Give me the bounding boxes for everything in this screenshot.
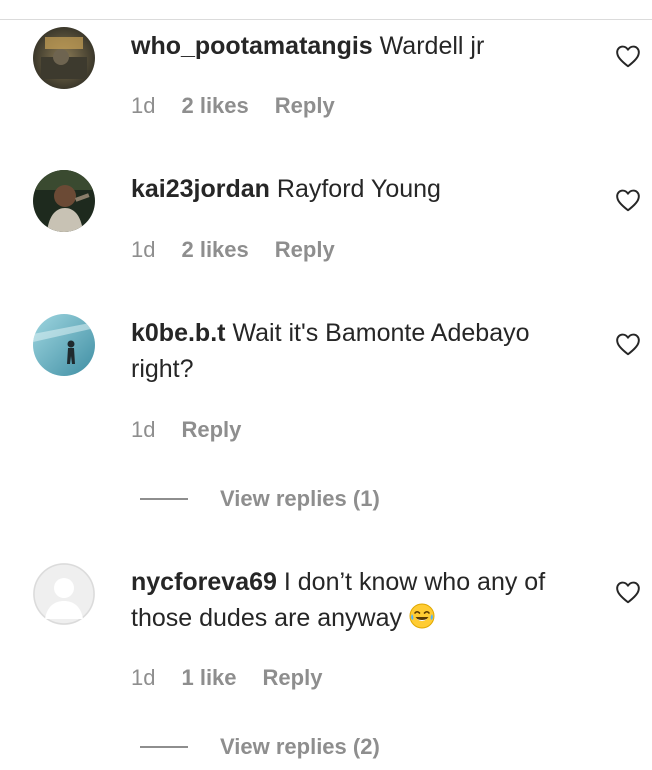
comment-body: Wardell jr: [379, 32, 485, 60]
username-link[interactable]: nycforeva69: [131, 568, 277, 596]
view-replies-button[interactable]: View replies (1): [140, 486, 380, 512]
comment-text: who_pootamatangis Wardell jr: [131, 28, 596, 64]
reply-button[interactable]: Reply: [275, 93, 335, 119]
username-link[interactable]: kai23jordan: [131, 175, 270, 203]
top-divider: [0, 19, 652, 20]
comment-time: 1d: [131, 237, 156, 262]
comment-meta: 1d 2 likes Reply: [131, 91, 335, 121]
comment-meta: 1d Reply: [131, 415, 241, 445]
view-replies-label[interactable]: View replies (1): [220, 486, 380, 512]
comment-body: Rayford Young: [276, 175, 441, 203]
likes-count[interactable]: 2 likes: [181, 93, 248, 119]
heart-icon[interactable]: [615, 44, 641, 68]
heart-icon[interactable]: [615, 580, 641, 604]
comment-time: 1d: [131, 665, 156, 690]
likes-count[interactable]: 2 likes: [181, 237, 248, 263]
reply-button[interactable]: Reply: [275, 237, 335, 263]
username-link[interactable]: k0be.b.t: [131, 319, 225, 347]
avatar[interactable]: [33, 314, 95, 376]
reply-button[interactable]: Reply: [181, 417, 241, 443]
avatar[interactable]: [33, 170, 95, 232]
view-replies-label[interactable]: View replies (2): [220, 734, 380, 760]
username-link[interactable]: who_pootamatangis: [131, 32, 373, 60]
likes-count[interactable]: 1 like: [181, 665, 236, 691]
comment-time: 1d: [131, 417, 156, 442]
reply-button[interactable]: Reply: [263, 665, 323, 691]
avatar[interactable]: [33, 27, 95, 89]
comment-meta: 1d 1 like Reply: [131, 663, 322, 693]
comment-text: k0be.b.t Wait it's Bamonte Adebayo right…: [131, 315, 596, 387]
view-replies-button[interactable]: View replies (2): [140, 734, 380, 760]
heart-icon[interactable]: [615, 332, 641, 356]
comment-text: nycforeva69 I don’t know who any of thos…: [131, 564, 596, 636]
comment-meta: 1d 2 likes Reply: [131, 235, 335, 265]
comment-text: kai23jordan Rayford Young: [131, 171, 596, 207]
heart-icon[interactable]: [615, 188, 641, 212]
replies-divider-line: [140, 498, 188, 500]
replies-divider-line: [140, 746, 188, 748]
comment-time: 1d: [131, 93, 156, 118]
avatar[interactable]: [33, 563, 95, 625]
face-with-tears-of-joy-icon: [409, 603, 435, 629]
